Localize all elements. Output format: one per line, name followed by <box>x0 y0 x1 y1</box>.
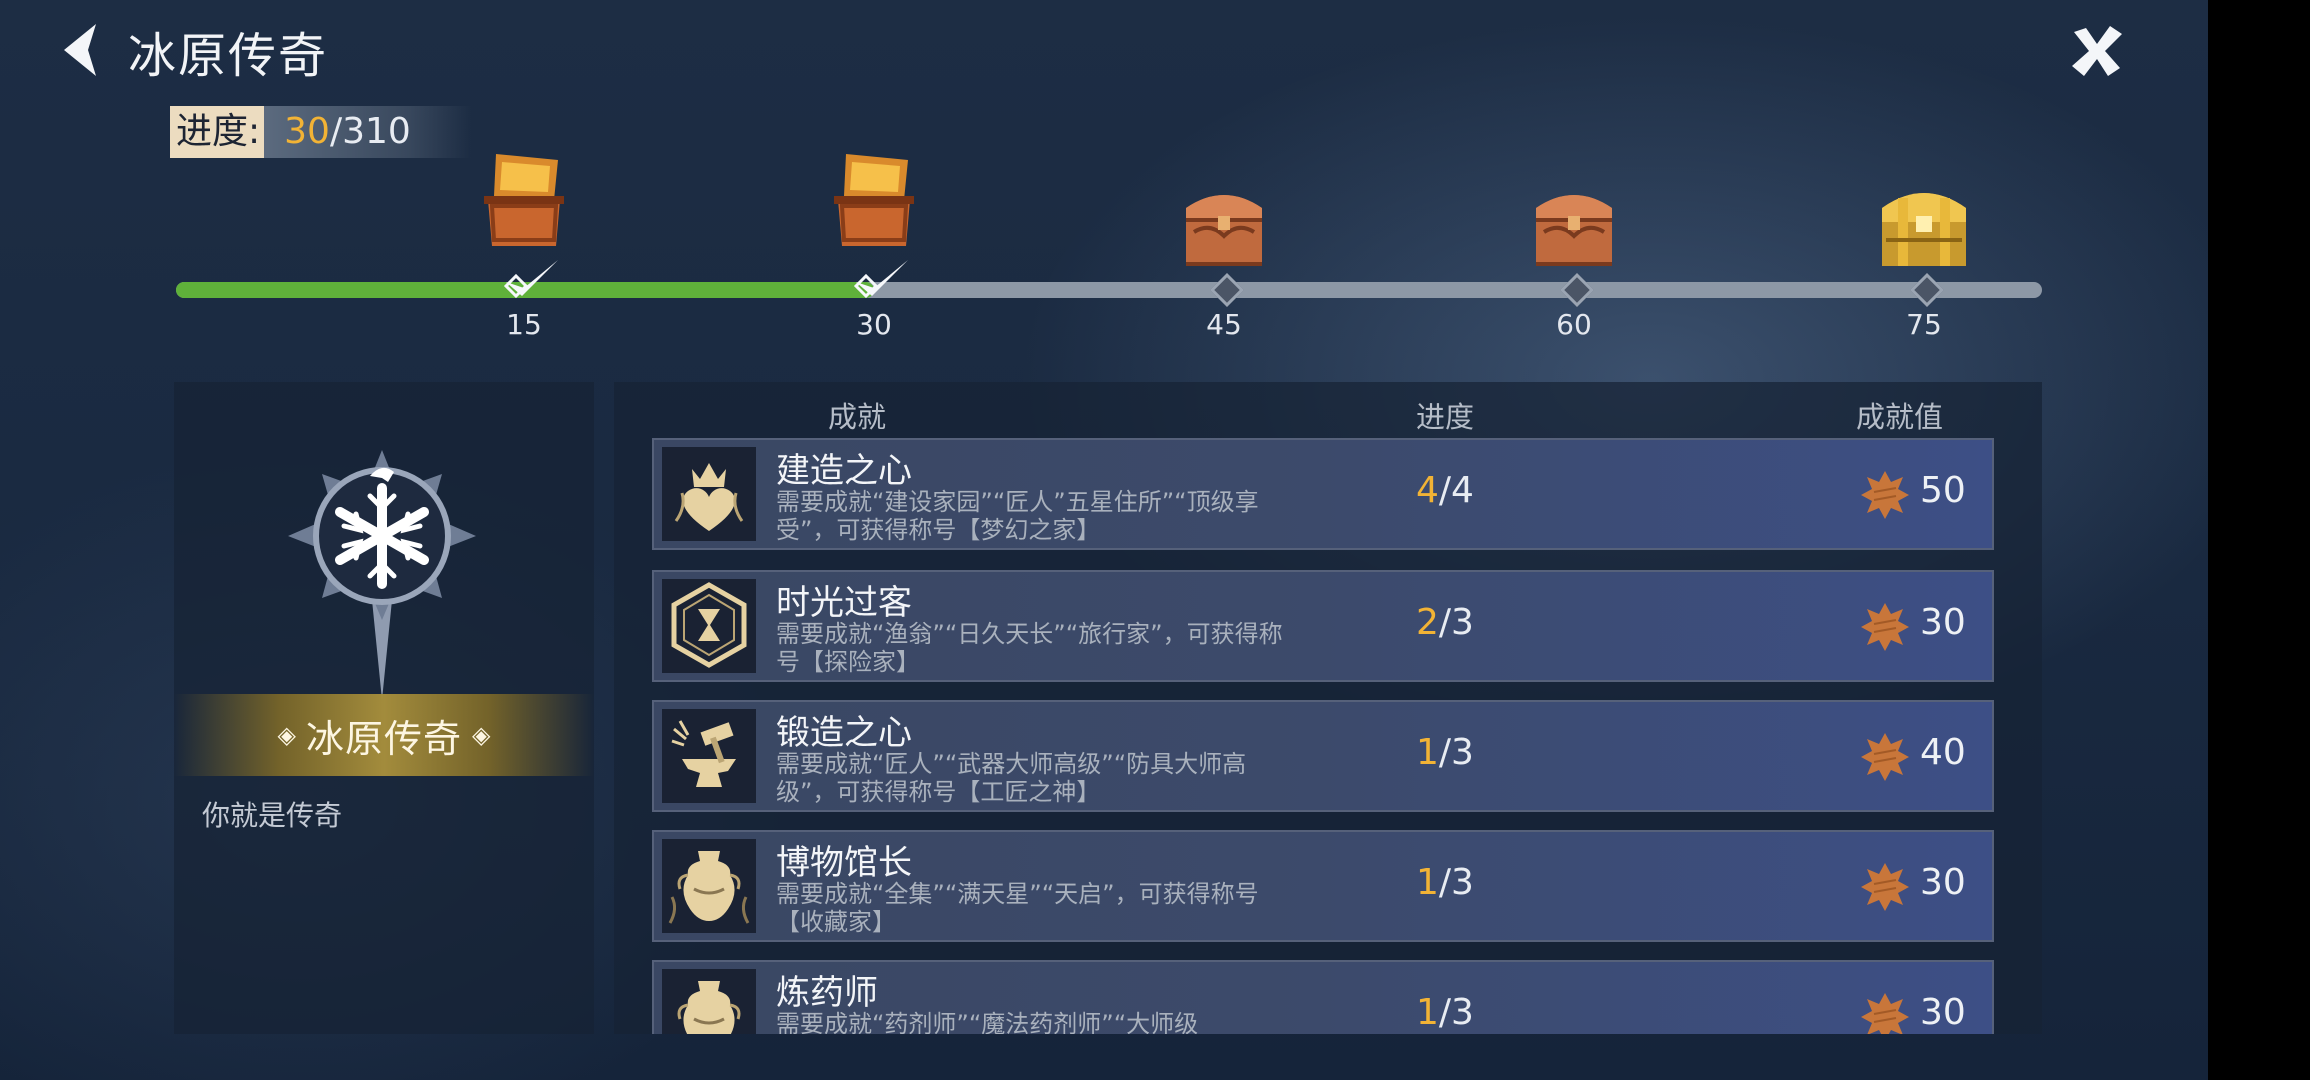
achievement-points: 40 <box>1920 732 1966 773</box>
back-button[interactable] <box>58 20 108 80</box>
milestone-label: 60 <box>1556 308 1592 341</box>
milestone-label: 45 <box>1206 308 1242 341</box>
column-header-points: 成就值 <box>1856 400 1944 434</box>
achievement-points: 30 <box>1920 602 1966 643</box>
featured-title-banner: ◈ 冰原传奇 ◈ <box>174 694 594 776</box>
progress-current: 30 <box>284 111 330 152</box>
diamond-ornament-icon: ◈ <box>472 721 491 749</box>
achievement-row[interactable]: 时光过客 需要成就“渔翁”“日久天长”“旅行家”，可获得称号【探险家】 2/3 … <box>652 570 1994 682</box>
achievement-icon-frame <box>662 839 756 933</box>
achievement-row[interactable]: 建造之心 需要成就“建设家园”“匠人”五星住所”“顶级享受”，可获得称号【梦幻之… <box>652 438 1994 550</box>
achievement-progress: 1/3 <box>1416 732 1474 773</box>
progress-total: /3 <box>1438 732 1474 773</box>
achievement-description: 需要成就“全集”“满天星”“天启”，可获得称号【收藏家】 <box>776 880 1259 936</box>
milestone-claimed-check-icon <box>503 260 558 299</box>
achievement-points: 50 <box>1920 470 1966 511</box>
reward-chest-icon[interactable] <box>824 146 924 256</box>
diamond-ornament-icon: ◈ <box>277 721 296 749</box>
achievement-point-badge-icon <box>1861 603 1909 651</box>
achievement-points: 30 <box>1920 992 1966 1033</box>
milestone-label: 15 <box>506 308 542 341</box>
hourglass-hexagon-icon <box>671 582 747 668</box>
progress-current: 2 <box>1416 602 1439 643</box>
milestone-marker-icon <box>1910 273 1944 307</box>
achievement-description: 需要成就“渔翁”“日久天长”“旅行家”，可获得称号【探险家】 <box>776 620 1283 676</box>
anvil-hammer-icon <box>671 720 736 787</box>
achievement-points: 30 <box>1920 862 1966 903</box>
featured-achievement-description: 你就是传奇 <box>202 799 343 832</box>
achievement-title: 时光过客 <box>776 583 912 623</box>
achievement-point-badge-icon <box>1861 993 1909 1034</box>
achievement-description: 需要成就“匠人”“武器大师高级”“防具大师高级”，可获得称号【工匠之神】 <box>776 750 1247 806</box>
achievement-screen: 冰原传奇 进度: 30/310 15 30 45 60 75 ◈ 冰原传奇 ◈ … <box>0 0 2208 1080</box>
achievement-title: 博物馆长 <box>776 843 912 883</box>
achievement-list-panel[interactable]: 成就 进度 成就值 建造之心 需要成就“建设家园”“匠人”五星住所”“顶级享受”… <box>614 382 2042 1034</box>
achievement-row[interactable]: 博物馆长 需要成就“全集”“满天星”“天启”，可获得称号【收藏家】 1/3 30 <box>652 830 1994 942</box>
milestone-label: 30 <box>856 308 892 341</box>
achievement-icon-frame <box>662 969 756 1034</box>
reward-chest-icon[interactable] <box>1874 168 1974 278</box>
total-progress: 进度: 30/310 <box>170 106 471 158</box>
snowflake-compass-emblem-icon <box>288 450 476 700</box>
achievement-title: 锻造之心 <box>776 713 912 753</box>
achievement-progress: 1/3 <box>1416 862 1474 903</box>
progress-total: /3 <box>1438 602 1474 643</box>
achievement-point-badge-icon <box>1861 471 1909 519</box>
reward-chest-icon[interactable] <box>474 146 574 256</box>
progress-current: 1 <box>1416 862 1439 903</box>
achievement-progress: 1/3 <box>1416 992 1474 1033</box>
close-icon <box>2072 26 2122 76</box>
milestone-marker-icon <box>1210 273 1244 307</box>
achievement-point-badge-icon <box>1861 863 1909 911</box>
reward-chest-icon[interactable] <box>1174 168 1274 278</box>
milestone-label: 75 <box>1906 308 1942 341</box>
achievement-description: 需要成就“建设家园”“匠人”五星住所”“顶级享受”，可获得称号【梦幻之家】 <box>776 488 1259 544</box>
achievement-icon-frame <box>662 709 756 803</box>
featured-achievement-panel: ◈ 冰原传奇 ◈ 你就是传奇 <box>174 382 594 1034</box>
achievement-row[interactable]: 炼药师 需要成就“药剂师”“魔法药剂师”“大师级 1/3 30 <box>652 960 1994 1034</box>
achievement-point-badge-icon <box>1861 733 1909 781</box>
milestone-claimed-check-icon <box>853 260 908 299</box>
progress-total: /3 <box>1438 992 1474 1033</box>
close-button[interactable] <box>2068 22 2126 80</box>
progress-current: 1 <box>1416 992 1439 1033</box>
progress-current: 4 <box>1416 470 1439 511</box>
featured-achievement-name: 冰原传奇 <box>305 716 462 761</box>
back-arrow-icon <box>64 24 96 76</box>
achievement-title: 建造之心 <box>776 451 912 491</box>
achievement-description: 需要成就“药剂师”“魔法药剂师”“大师级 <box>776 1010 1199 1034</box>
progress-total: /310 <box>329 111 411 152</box>
achievement-progress: 2/3 <box>1416 602 1474 643</box>
achievement-progress: 4/4 <box>1416 470 1474 511</box>
progress-total: /4 <box>1438 470 1474 511</box>
page-title: 冰原传奇 <box>128 28 329 84</box>
achievement-icon-frame <box>662 447 756 541</box>
milestone-marker-icon <box>1560 273 1594 307</box>
column-header-achievement: 成就 <box>828 400 887 434</box>
progress-current: 1 <box>1416 732 1439 773</box>
vase-icon <box>668 851 750 924</box>
progress-label: 进度: <box>170 106 265 158</box>
column-header-progress: 进度 <box>1416 400 1475 434</box>
progress-total: /3 <box>1438 862 1474 903</box>
achievement-title: 炼药师 <box>776 973 878 1013</box>
vase-icon <box>677 981 741 1034</box>
reward-chest-icon[interactable] <box>1524 168 1624 278</box>
crown-heart-icon <box>674 463 744 531</box>
achievement-icon-frame <box>662 579 756 673</box>
progress-value: 30/310 <box>264 106 471 158</box>
achievement-row[interactable]: 锻造之心 需要成就“匠人”“武器大师高级”“防具大师高级”，可获得称号【工匠之神… <box>652 700 1994 812</box>
